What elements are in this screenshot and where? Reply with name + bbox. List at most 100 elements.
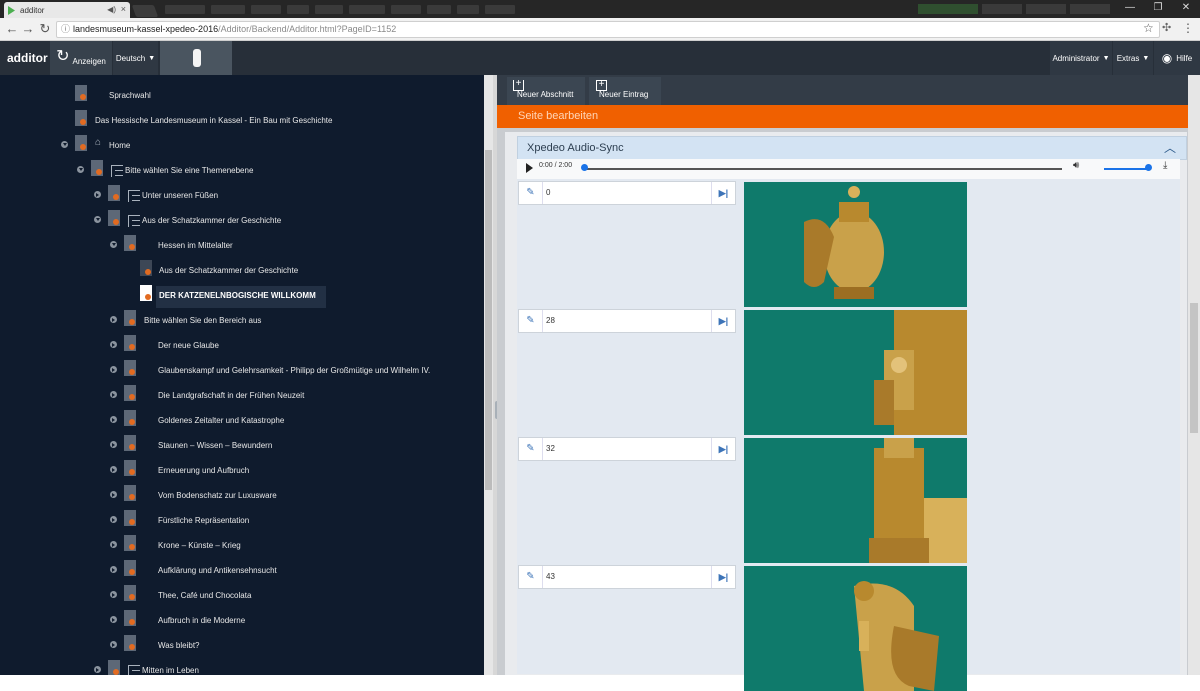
- audio-seek-bar[interactable]: [584, 168, 1062, 170]
- pin-icon[interactable]: ✎: [519, 438, 543, 460]
- expand-icon[interactable]: [110, 416, 117, 423]
- tree-scrollbar[interactable]: [484, 75, 493, 675]
- pin-icon[interactable]: ✎: [519, 566, 543, 588]
- new-section-button[interactable]: + Neuer Abschnitt: [507, 77, 585, 105]
- pin-icon[interactable]: ✎: [519, 310, 543, 332]
- url-input[interactable]: ⓘ landesmuseum-kassel-xpedeo-2016/Addito…: [56, 21, 1160, 38]
- tree-item[interactable]: Thee, Café und Chocolata: [0, 582, 480, 607]
- chevron-up-icon[interactable]: ︿: [1164, 137, 1176, 159]
- tree-item[interactable]: Aus der Schatzkammer der Geschichte: [0, 257, 480, 282]
- jump-to-icon[interactable]: ▶|: [711, 438, 735, 460]
- forward-icon[interactable]: →: [20, 21, 36, 37]
- tree-item-label: Aus der Schatzkammer der Geschichte: [142, 216, 282, 225]
- entry-image[interactable]: [744, 566, 967, 691]
- tree-item[interactable]: Mitten im Leben: [0, 657, 480, 675]
- expand-icon[interactable]: [94, 666, 101, 673]
- expand-icon[interactable]: [110, 566, 117, 573]
- tab-close-icon[interactable]: ×: [121, 4, 126, 14]
- tree-item[interactable]: Aufbruch in die Moderne: [0, 607, 480, 632]
- expand-icon[interactable]: [110, 316, 117, 323]
- volume-slider[interactable]: [1104, 168, 1148, 170]
- collapse-icon[interactable]: [77, 166, 84, 173]
- browser-tab[interactable]: additor ◀) ×: [4, 2, 130, 18]
- jump-to-icon[interactable]: ▶|: [711, 566, 735, 588]
- back-icon[interactable]: ←: [4, 21, 20, 37]
- entry-image[interactable]: [744, 438, 967, 563]
- collapse-icon[interactable]: [110, 241, 117, 248]
- help-button[interactable]: ◉ Hilfe: [1154, 41, 1200, 75]
- expand-icon[interactable]: [110, 491, 117, 498]
- download-icon[interactable]: ⤓: [1163, 160, 1167, 171]
- entry-timestamp-field[interactable]: 43: [546, 566, 555, 588]
- editor-scroll-thumb[interactable]: [1190, 303, 1198, 433]
- tree-item[interactable]: Die Landgrafschaft in der Frühen Neuzeit: [0, 382, 480, 407]
- expand-icon[interactable]: [110, 516, 117, 523]
- tree-item[interactable]: DER KATZENELNBOGISCHE WILLKOMM: [0, 282, 480, 308]
- extension-icon[interactable]: ✣: [1162, 21, 1171, 34]
- tree-item[interactable]: Bitte wählen Sie den Bereich aus: [0, 307, 480, 332]
- tree-item[interactable]: Sprachwahl: [0, 82, 480, 107]
- entry-timestamp-field[interactable]: 28: [546, 310, 555, 332]
- minimize-icon[interactable]: —: [1116, 0, 1144, 16]
- browser-menu-icon[interactable]: ⋮: [1182, 21, 1194, 35]
- entry-timestamp-field[interactable]: 0: [546, 182, 550, 204]
- page-icon: [108, 185, 120, 201]
- expand-icon[interactable]: [94, 191, 101, 198]
- entry-image[interactable]: [744, 182, 967, 307]
- new-entry-button[interactable]: + Neuer Eintrag: [589, 77, 661, 105]
- collapse-icon[interactable]: [94, 216, 101, 223]
- info-icon[interactable]: ⓘ: [61, 22, 70, 37]
- expand-icon[interactable]: [110, 391, 117, 398]
- pin-icon[interactable]: ✎: [519, 182, 543, 204]
- tree-item[interactable]: Das Hessische Landesmuseum in Kassel - E…: [0, 107, 480, 132]
- reload-icon[interactable]: ↻: [37, 21, 53, 37]
- tree-item[interactable]: Der neue Glaube: [0, 332, 480, 357]
- tree-item[interactable]: Glaubenskampf und Gelehrsamkeit - Philip…: [0, 357, 480, 382]
- tree-item[interactable]: Bitte wählen Sie eine Themenebene: [0, 157, 480, 182]
- audio-sync-panel-header[interactable]: Xpedeo Audio-Sync ︿: [517, 136, 1187, 160]
- expand-icon[interactable]: [110, 341, 117, 348]
- close-window-icon[interactable]: ✕: [1172, 0, 1200, 16]
- new-tab-button[interactable]: [131, 5, 159, 17]
- expand-icon[interactable]: [110, 541, 117, 548]
- bookmark-star-icon[interactable]: ☆: [1143, 21, 1154, 35]
- tree-item[interactable]: Goldenes Zeitalter und Katastrophe: [0, 407, 480, 432]
- jump-to-icon[interactable]: ▶|: [711, 182, 735, 204]
- tree-item[interactable]: Unter unseren Füßen: [0, 182, 480, 207]
- language-dropdown[interactable]: Deutsch ▼: [113, 41, 158, 75]
- jump-to-icon[interactable]: ▶|: [711, 310, 735, 332]
- tree-item[interactable]: Vom Bodenschatz zur Luxusware: [0, 482, 480, 507]
- maximize-icon[interactable]: ❐: [1144, 0, 1172, 16]
- admin-dropdown[interactable]: Administrator ▼: [1050, 41, 1112, 75]
- page-icon: [108, 660, 120, 675]
- tree-item[interactable]: Krone – Künste – Krieg: [0, 532, 480, 557]
- tree-item[interactable]: Fürstliche Repräsentation: [0, 507, 480, 532]
- expand-icon[interactable]: [110, 366, 117, 373]
- tree-item[interactable]: Hessen im Mittelalter: [0, 232, 480, 257]
- toggle-knob[interactable]: [193, 49, 201, 67]
- play-icon[interactable]: [526, 163, 533, 173]
- expand-icon[interactable]: [110, 591, 117, 598]
- collapse-icon[interactable]: [61, 141, 68, 148]
- tree-item[interactable]: Aus der Schatzkammer der Geschichte: [0, 207, 480, 232]
- seek-knob[interactable]: [581, 164, 588, 171]
- tree-scroll-thumb[interactable]: [485, 150, 492, 490]
- tree-item[interactable]: ⌂ Home: [0, 132, 480, 157]
- refresh-button[interactable]: ↻ Anzeigen: [50, 41, 112, 75]
- tree-item[interactable]: Aufklärung und Antikensehnsucht: [0, 557, 480, 582]
- tab-audio-icon[interactable]: ◀): [107, 5, 116, 14]
- tree-item[interactable]: Staunen – Wissen – Bewundern: [0, 432, 480, 457]
- extras-dropdown[interactable]: Extras ▼: [1113, 41, 1153, 75]
- volume-icon[interactable]: 🔊︎: [1073, 160, 1079, 171]
- tree-item[interactable]: Erneuerung und Aufbruch: [0, 457, 480, 482]
- mode-toggle[interactable]: [160, 41, 232, 75]
- expand-icon[interactable]: [110, 641, 117, 648]
- entry-timestamp-field[interactable]: 32: [546, 438, 555, 460]
- editor-scrollbar[interactable]: [1188, 75, 1200, 675]
- expand-icon[interactable]: [110, 441, 117, 448]
- entry-image[interactable]: [744, 310, 967, 435]
- tree-item[interactable]: Was bleibt?: [0, 632, 480, 657]
- expand-icon[interactable]: [110, 616, 117, 623]
- volume-knob[interactable]: [1145, 164, 1152, 171]
- expand-icon[interactable]: [110, 466, 117, 473]
